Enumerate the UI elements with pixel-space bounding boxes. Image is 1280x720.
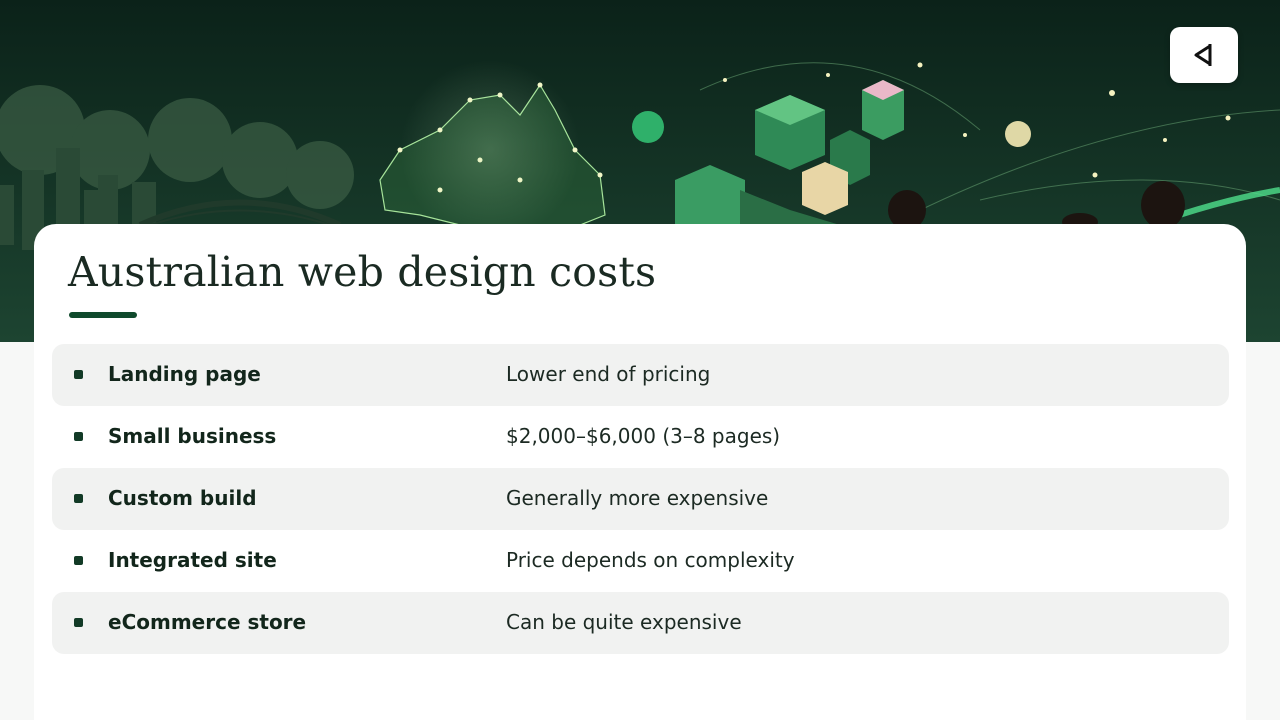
list-item: Small business $2,000–$6,000 (3–8 pages) — [52, 406, 1229, 468]
item-label: Landing page — [108, 362, 261, 386]
item-label: Custom build — [108, 486, 257, 510]
square-bullet-icon — [74, 370, 83, 379]
square-bullet-icon — [74, 494, 83, 503]
item-label: eCommerce store — [108, 610, 307, 634]
page-title: Australian web design costs — [68, 248, 657, 296]
square-bullet-icon — [74, 618, 83, 627]
logo-button[interactable] — [1170, 27, 1238, 83]
square-bullet-icon — [74, 432, 83, 441]
item-value: Generally more expensive — [506, 486, 769, 510]
item-value: Price depends on complexity — [506, 548, 795, 572]
title-underline — [69, 312, 137, 318]
item-label: Integrated site — [108, 548, 277, 572]
square-bullet-icon — [74, 556, 83, 565]
list-item: Custom build Generally more expensive — [52, 468, 1229, 530]
list-item: Landing page Lower end of pricing — [52, 344, 1229, 406]
item-value: $2,000–$6,000 (3–8 pages) — [506, 424, 781, 448]
list-item: eCommerce store Can be quite expensive — [52, 592, 1229, 654]
cost-list: Landing page Lower end of pricing Small … — [52, 344, 1229, 654]
list-item: Integrated site Price depends on complex… — [52, 530, 1229, 592]
item-value: Lower end of pricing — [506, 362, 711, 386]
item-label: Small business — [108, 424, 277, 448]
item-value: Can be quite expensive — [506, 610, 742, 634]
back-arrow-logo-icon — [1194, 44, 1212, 66]
